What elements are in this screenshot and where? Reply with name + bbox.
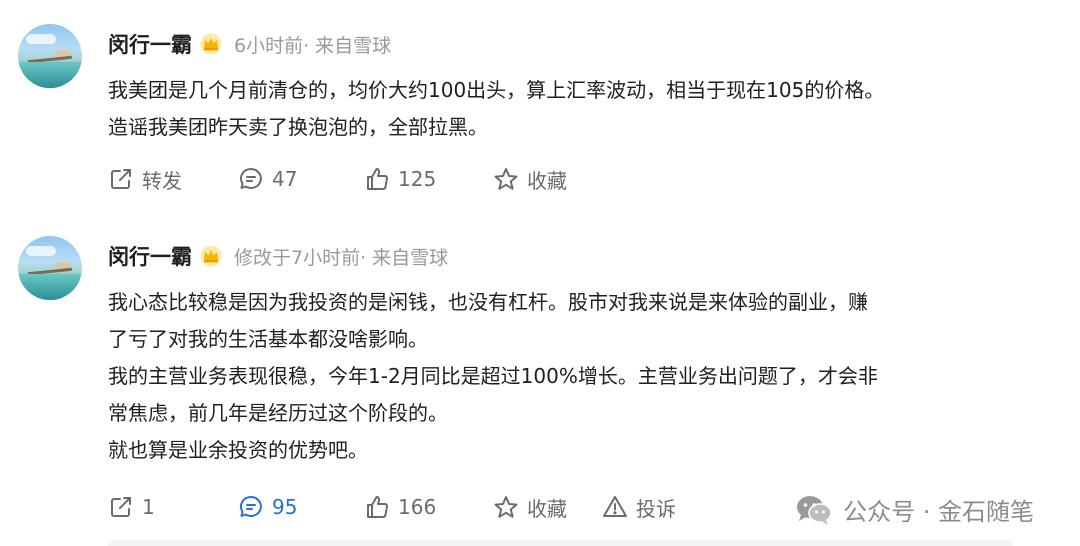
gold-crown-badge-icon	[200, 245, 222, 267]
share-box-icon	[111, 169, 131, 189]
favorite-label: 收藏	[527, 496, 567, 521]
comment-count: 47	[272, 167, 298, 191]
action-bar: 1 95 166 收藏 投诉 公众号 · 金石随笔	[108, 490, 1068, 527]
post-header: 闵行一霸 6小时前· 来自雪球	[108, 28, 391, 60]
chat-bubble-icon	[240, 168, 262, 189]
post-text-line: 了亏了对我的生活基本都没啥影响。	[108, 327, 428, 351]
thumbs-up-icon	[367, 496, 388, 518]
post-meta: 修改于7小时前· 来自雪球	[234, 246, 449, 269]
favorite-label: 收藏	[527, 168, 567, 193]
chat-bubble-icon	[240, 496, 262, 517]
post-text-line: 我心态比较稳是因为我投资的是闲钱，也没有杠杆。股市对我来说是来体验的副业，赚	[108, 290, 868, 314]
post-text-line: 常焦虑，前几年是经历过这个阶段的。	[108, 401, 448, 425]
repost-count: 1	[142, 495, 155, 519]
author-name[interactable]: 闵行一霸	[108, 241, 192, 271]
post-text-line: 我的主营业务表现很稳，今年1-2月同比是超过100%增长。主营业务出问题了，才会…	[108, 364, 878, 388]
avatar[interactable]	[18, 236, 82, 300]
comment-button[interactable]: 95	[238, 490, 297, 524]
repost-button[interactable]: 转发	[108, 162, 182, 196]
favorite-button[interactable]: 收藏	[493, 162, 567, 196]
like-button[interactable]: 166	[364, 490, 436, 524]
comment-button[interactable]: 47	[238, 162, 297, 196]
feed: 闵行一霸 6小时前· 来自雪球 我美团是几个月前清仓的，均价大约100出头，算上…	[0, 0, 1080, 546]
report-button[interactable]: 投诉	[602, 490, 676, 524]
post-header: 闵行一霸 修改于7小时前· 来自雪球	[108, 240, 448, 272]
thumbs-up-icon	[367, 168, 388, 190]
avatar[interactable]	[18, 24, 82, 88]
like-count: 166	[398, 495, 437, 519]
warning-icon	[603, 496, 627, 517]
watermark-text: 公众号 · 金石随笔	[843, 498, 1034, 526]
post-content: 我美团是几个月前清仓的，均价大约100出头，算上汇率波动，相当于现在105的价格…	[108, 72, 1048, 146]
next-item-edge	[108, 540, 1013, 546]
wechat-icon	[797, 495, 832, 525]
like-count: 125	[398, 167, 437, 191]
share-box-icon	[111, 497, 131, 517]
post-meta: 6小时前· 来自雪球	[234, 34, 392, 57]
repost-button[interactable]: 1	[108, 490, 155, 524]
comment-count: 95	[272, 495, 298, 519]
watermark: 公众号 · 金石随笔	[795, 492, 1034, 527]
action-bar: 转发 47 125 收藏	[108, 162, 1068, 196]
star-icon	[494, 168, 518, 190]
like-button[interactable]: 125	[364, 162, 436, 196]
author-name[interactable]: 闵行一霸	[108, 29, 192, 59]
post-text-line: 造谣我美团昨天卖了换泡泡的，全部拉黑。	[108, 115, 488, 139]
repost-label: 转发	[142, 168, 182, 193]
report-label: 投诉	[636, 496, 676, 521]
gold-crown-badge-icon	[200, 33, 222, 55]
favorite-button[interactable]: 收藏	[493, 490, 567, 524]
post-text-line: 我美团是几个月前清仓的，均价大约100出头，算上汇率波动，相当于现在105的价格…	[108, 78, 885, 102]
star-icon	[494, 496, 518, 518]
post-content: 我心态比较稳是因为我投资的是闲钱，也没有杠杆。股市对我来说是来体验的副业，赚 了…	[108, 284, 1048, 469]
post-text-line: 就也算是业余投资的优势吧。	[108, 438, 368, 462]
